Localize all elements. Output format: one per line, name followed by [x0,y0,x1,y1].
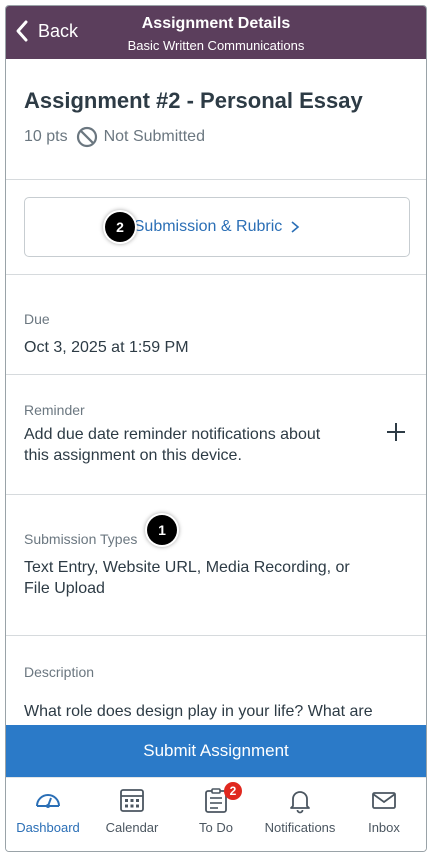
tab-calendar[interactable]: Calendar [90,778,174,851]
dashboard-icon [36,794,60,808]
add-reminder-plus-icon[interactable] [386,422,406,442]
submission-types-line1: Text Entry, Website URL, Media Recording… [24,559,350,576]
app-frame: Back Assignment Details Basic Written Co… [5,5,427,852]
tab-label: Calendar [105,820,159,835]
tab-inbox[interactable]: Inbox [342,778,426,851]
reminder-label: Reminder [24,402,85,418]
mail-icon [372,792,396,809]
divider [6,635,426,636]
submit-assignment-button[interactable]: Submit Assignment [6,725,426,777]
due-value: Oct 3, 2025 at 1:59 PM [24,339,189,356]
header-title: Assignment Details [141,15,291,32]
tab-label: Dashboard [16,820,80,835]
divider [6,374,426,375]
tab-label: Inbox [368,820,400,835]
tab-notifications[interactable]: Notifications [258,778,342,851]
callout-badge-1: 1 [147,515,177,545]
divider [6,274,426,275]
tab-todo[interactable]: 2 To Do [174,778,258,851]
due-label: Due [24,311,50,327]
nav-header: Back Assignment Details Basic Written Co… [6,6,426,59]
tab-label: To Do [199,820,233,835]
tab-label: Notifications [264,820,336,835]
submission-types-label: Submission Types [24,531,138,547]
submission-rubric-label: Submission & Rubric [133,218,283,235]
submission-rubric-button[interactable]: Submission & Rubric [24,197,410,257]
calendar-icon [120,789,144,812]
divider [6,179,426,180]
bell-icon [290,791,310,814]
submission-types-line2: File Upload [24,580,105,597]
not-submitted-icon [76,126,97,148]
header-subtitle: Basic Written Communications [127,38,305,53]
tab-dashboard[interactable]: Dashboard [6,778,90,851]
todo-count-badge: 2 [224,782,242,800]
chevron-right-icon [291,221,300,233]
assignment-meta: 10 pts Not Submitted [24,126,205,148]
callout-badge-2: 2 [105,212,135,242]
status-text: Not Submitted [103,128,205,145]
description-label: Description [24,664,95,680]
assignment-title: Assignment #2 - Personal Essay [24,88,363,113]
reminder-text-line2: this assignment on this device. [24,447,242,464]
description-text: What role does design play in your life?… [24,703,373,720]
points-text: 10 pts [24,128,68,145]
reminder-text-line1: Add due date reminder notifications abou… [24,426,321,443]
tab-bar: Dashboard Calendar 2 To Do Notifications… [6,777,426,851]
divider [6,494,426,495]
